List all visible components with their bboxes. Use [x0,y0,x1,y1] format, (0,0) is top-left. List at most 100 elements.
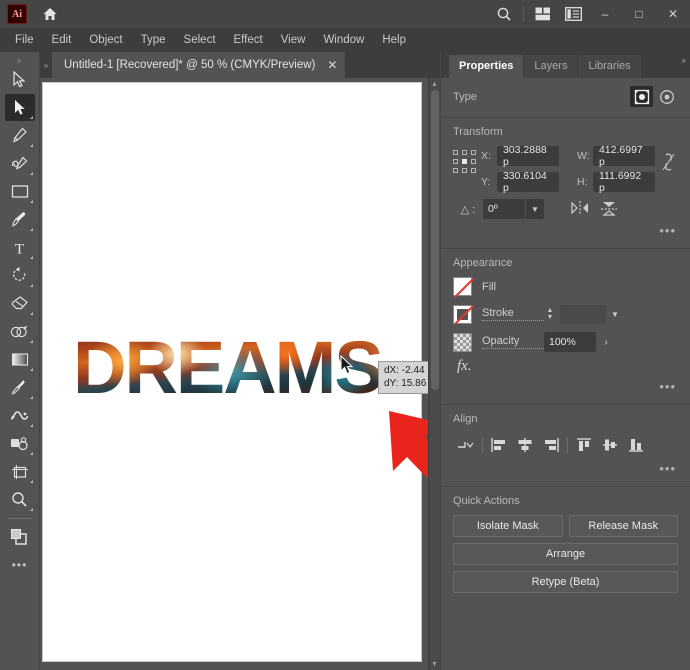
ref-point-mr[interactable] [471,159,477,164]
tool-artboard[interactable] [5,458,35,485]
retype-button[interactable]: Retype (Beta) [453,571,678,593]
menu-bar: File Edit Object Type Select Effect View… [0,28,690,52]
align-bottom-icon[interactable] [623,433,649,457]
artboard-holder[interactable]: DREAMS [40,78,428,670]
artboard[interactable]: DREAMS [42,82,422,662]
align-top-icon[interactable] [571,433,597,457]
arrange-documents-icon[interactable] [528,0,558,28]
x-input[interactable]: 303.2888 p [496,144,559,168]
opacity-label[interactable]: Opacity [482,335,544,349]
ref-point-center[interactable] [462,159,468,164]
fill-stroke-indicator[interactable] [5,523,35,550]
fx-button[interactable]: fx. [453,354,678,375]
opacity-input[interactable]: 100% [544,332,596,352]
dreams-text[interactable]: DREAMS [73,333,418,403]
arrange-button[interactable]: Arrange [453,543,678,565]
rotate-input[interactable]: 0º [483,199,525,219]
ref-point-bl[interactable] [453,168,459,173]
align-right-icon[interactable] [538,433,564,457]
ref-point-br[interactable] [471,168,477,173]
scroll-down-icon[interactable]: ▼ [429,658,440,670]
tool-curvature[interactable] [5,150,35,177]
stroke-label[interactable]: Stroke [482,307,544,321]
isolate-mask-button[interactable]: Isolate Mask [453,515,563,537]
constrain-proportions-icon[interactable] [659,152,678,172]
tool-pen[interactable] [5,122,35,149]
opacity-swatch[interactable] [453,332,472,352]
scroll-up-icon[interactable]: ▲ [429,78,440,90]
opacity-mask-icon[interactable] [655,86,678,107]
opacity-expand-icon[interactable]: › [596,332,616,352]
y-input[interactable]: 330.6104 p [496,170,559,194]
menu-item-object[interactable]: Object [80,31,131,49]
transform-more-button[interactable]: ••• [453,223,678,238]
align-horizontal-center-icon[interactable] [512,433,538,457]
canvas-left-grip[interactable]: » [40,52,52,78]
home-icon[interactable] [37,1,63,27]
measurement-dx: dX: -2.44 [384,365,425,376]
tool-shape-builder[interactable] [5,318,35,345]
dreams-artwork[interactable]: DREAMS [73,333,418,403]
tool-flyout-indicator [29,340,33,343]
align-vertical-center-icon[interactable] [597,433,623,457]
tab-layers[interactable]: Layers [524,55,578,78]
maximize-button[interactable]: □ [622,0,656,28]
scrollbar-thumb[interactable] [431,90,439,390]
tool-zoom[interactable] [5,486,35,513]
h-input[interactable]: 111.6992 p [592,170,655,194]
release-mask-button[interactable]: Release Mask [568,515,678,537]
fill-swatch[interactable] [453,277,472,296]
menu-item-select[interactable]: Select [175,31,225,49]
menu-item-view[interactable]: View [272,31,315,49]
tool-rectangle[interactable] [5,178,35,205]
rotate-dropdown-icon[interactable]: ▼ [526,199,544,219]
align-to-selection-icon[interactable] [453,433,479,457]
more-tools-button[interactable]: ••• [5,551,35,578]
w-input[interactable]: 412.6997 p [592,144,655,168]
tab-libraries[interactable]: Libraries [578,55,641,78]
toolbar-grip[interactable]: » [0,54,39,66]
tool-gradient[interactable] [5,346,35,373]
menu-item-type[interactable]: Type [132,31,175,49]
ref-point-ml[interactable] [453,159,459,164]
tool-direct-selection[interactable] [4,94,35,121]
stroke-weight-input[interactable] [560,304,606,324]
stroke-dropdown-icon[interactable]: ▼ [606,305,624,324]
more-tools-label: ••• [11,557,28,572]
tool-paintbrush[interactable] [5,206,35,233]
flip-vertical-icon[interactable] [600,200,618,219]
ref-point-bc[interactable] [462,168,468,173]
reference-point-widget[interactable] [453,150,479,175]
menu-item-window[interactable]: Window [314,31,373,49]
clipping-mask-icon[interactable] [630,86,653,107]
stroke-swatch[interactable] [453,304,472,324]
canvas-vertical-scrollbar[interactable]: ▲ ▼ [428,78,440,670]
minimize-button[interactable]: – [588,0,622,28]
menu-item-help[interactable]: Help [373,31,415,49]
menu-item-file[interactable]: File [6,31,43,49]
ref-point-tl[interactable] [453,150,459,155]
ref-point-tr[interactable] [471,150,477,155]
panel-grip[interactable]: » [682,56,686,65]
document-tab[interactable]: Untitled-1 [Recovered]* @ 50 % (CMYK/Pre… [52,52,347,78]
document-tab-close-icon[interactable]: ✕ [327,58,337,72]
menu-item-effect[interactable]: Effect [225,31,272,49]
search-icon[interactable] [489,0,519,28]
tool-symbol-sprayer[interactable] [5,430,35,457]
stroke-weight-stepper[interactable]: ▲ ▼ [544,304,556,324]
ref-point-tc[interactable] [462,150,468,155]
menu-item-edit[interactable]: Edit [43,31,81,49]
tool-rotate[interactable] [5,262,35,289]
tab-properties[interactable]: Properties [449,55,524,78]
align-left-icon[interactable] [486,433,512,457]
tool-type[interactable]: T [5,234,35,261]
align-more-button[interactable]: ••• [453,461,678,476]
flip-horizontal-icon[interactable] [570,200,590,219]
tool-selection[interactable] [5,66,35,93]
tool-eraser[interactable] [5,290,35,317]
appearance-more-button[interactable]: ••• [453,379,678,394]
close-button[interactable]: ✕ [656,0,690,28]
tool-eyedropper[interactable] [5,374,35,401]
tool-blend[interactable] [5,402,35,429]
workspace-switcher-icon[interactable] [558,0,588,28]
